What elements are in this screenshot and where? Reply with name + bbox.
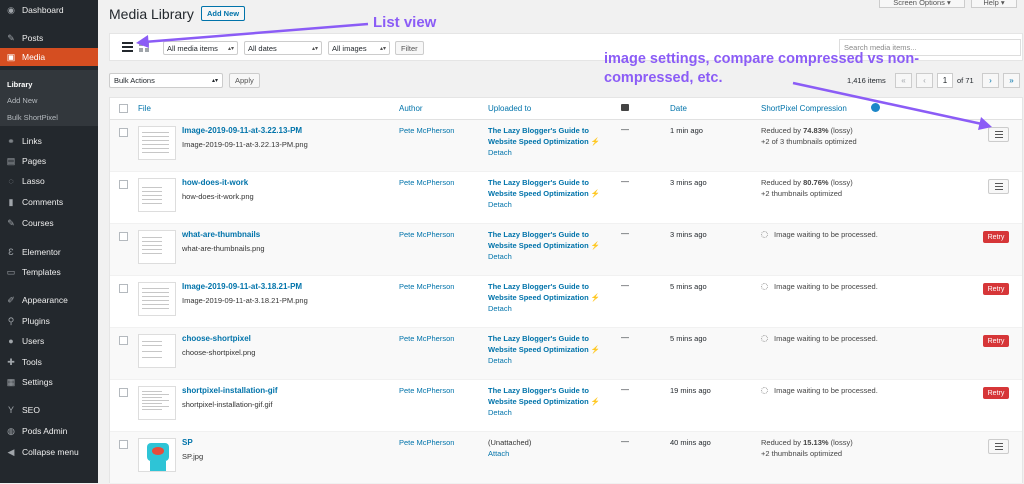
list-view-arrow: [143, 22, 369, 44]
annotation-arrows: [136, 22, 992, 130]
settings-arrowhead: [978, 117, 992, 130]
list-view-arrowhead: [136, 35, 149, 48]
settings-arrow: [792, 81, 983, 126]
